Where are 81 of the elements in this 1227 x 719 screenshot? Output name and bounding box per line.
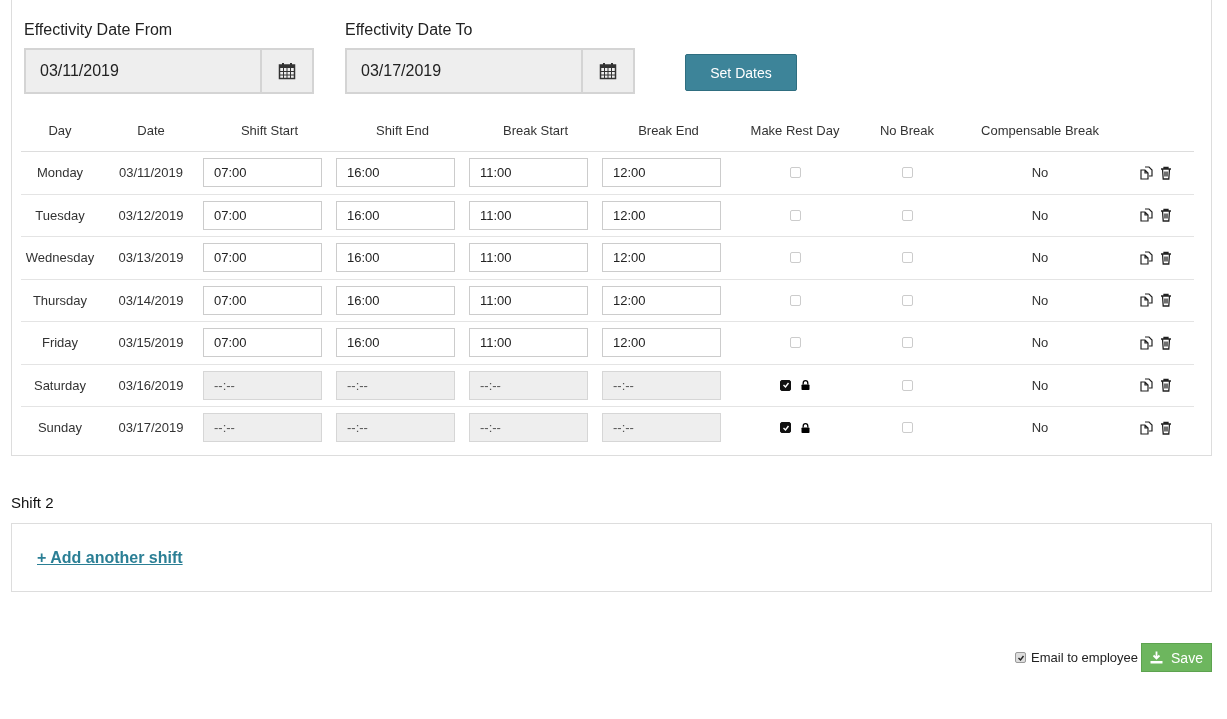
email-label: Email to employee <box>1031 650 1138 665</box>
trash-icon[interactable] <box>1160 293 1172 308</box>
table-cell-text: Sunday <box>36 420 84 436</box>
table-cell-text: Wednesday <box>24 250 96 266</box>
table-cell-text: Monday <box>35 165 85 181</box>
table-cell-text: Thursday <box>31 292 89 308</box>
time-input[interactable]: 16:00 <box>336 200 455 230</box>
copy-icon[interactable] <box>1140 250 1154 265</box>
column-header: Date <box>136 123 166 138</box>
time-input[interactable]: 07:00 <box>203 243 322 273</box>
column-header: Day <box>47 123 73 138</box>
table-cell-text: No <box>1030 420 1050 436</box>
time-input[interactable]: 16:00 <box>336 158 455 188</box>
table-cell-text: 03/14/2019 <box>117 292 185 308</box>
column-header: Make Rest Day <box>749 123 841 138</box>
table-cell-text: 03/16/2019 <box>117 377 185 393</box>
time-input[interactable]: 16:00 <box>336 328 455 358</box>
table-cell-text: 03/17/2019 <box>117 420 185 436</box>
column-header: Shift Start <box>239 123 300 138</box>
no-break-checkbox[interactable] <box>901 422 913 434</box>
copy-icon[interactable] <box>1140 378 1154 393</box>
add-shift-link[interactable]: + Add another shift <box>37 548 183 567</box>
section-title: Shift 2 <box>11 494 55 511</box>
rest-day-checkbox[interactable] <box>780 422 791 434</box>
table-cell-text: 03/12/2019 <box>117 207 185 223</box>
no-break-checkbox[interactable] <box>901 167 913 179</box>
time-input[interactable]: 11:00 <box>469 243 588 273</box>
date-label: Effectivity Date From <box>24 21 174 39</box>
table-cell-text: Friday <box>40 335 80 351</box>
time-input[interactable]: 07:00 <box>203 200 322 230</box>
table-cell-text: Tuesday <box>34 207 86 223</box>
time-input[interactable]: 16:00 <box>336 243 455 273</box>
no-break-checkbox[interactable] <box>901 337 913 349</box>
download-icon <box>1150 651 1164 664</box>
table-cell-text: No <box>1030 335 1050 351</box>
table-cell-text: No <box>1030 165 1050 181</box>
column-header: Compensable Break <box>980 123 1100 138</box>
time-input[interactable]: 12:00 <box>602 285 721 315</box>
time-input[interactable]: 11:00 <box>469 158 588 188</box>
column-header: Break Start <box>502 123 569 138</box>
table-cell-text: Saturday <box>32 377 87 393</box>
time-input[interactable]: 07:00 <box>203 328 322 358</box>
time-input[interactable]: 16:00 <box>336 285 455 315</box>
time-input[interactable]: 12:00 <box>602 328 721 358</box>
no-break-checkbox[interactable] <box>901 294 913 306</box>
table-cell-text: No <box>1030 250 1050 266</box>
trash-icon[interactable] <box>1160 250 1172 265</box>
no-break-checkbox[interactable] <box>901 209 913 221</box>
trash-icon[interactable] <box>1160 378 1172 393</box>
time-input[interactable]: 07:00 <box>203 285 322 315</box>
trash-icon[interactable] <box>1160 165 1172 180</box>
time-input[interactable]: 12:00 <box>602 243 721 273</box>
time-input[interactable]: 12:00 <box>602 200 721 230</box>
copy-icon[interactable] <box>1140 335 1154 350</box>
no-break-checkbox[interactable] <box>901 252 913 264</box>
column-header: No Break <box>878 123 936 138</box>
table-cell-text: No <box>1030 207 1050 223</box>
rest-day-checkbox[interactable] <box>780 379 791 391</box>
time-input[interactable]: 07:00 <box>203 158 322 188</box>
copy-icon[interactable] <box>1140 420 1154 435</box>
time-input[interactable]: 11:00 <box>469 200 588 230</box>
table-cell-text: 03/13/2019 <box>117 250 185 266</box>
time-input[interactable]: 11:00 <box>469 285 588 315</box>
no-break-checkbox[interactable] <box>901 379 913 391</box>
time-input[interactable]: 11:00 <box>469 328 588 358</box>
copy-icon[interactable] <box>1140 165 1154 180</box>
trash-icon[interactable] <box>1160 335 1172 350</box>
column-header: Shift End <box>375 123 430 138</box>
table-cell-text: No <box>1030 377 1050 393</box>
email-checkbox[interactable] <box>1015 652 1027 663</box>
table-cell-text: No <box>1030 292 1050 308</box>
table-cell-text: 03/15/2019 <box>117 335 185 351</box>
date-label: Effectivity Date To <box>345 21 474 39</box>
trash-icon[interactable] <box>1160 420 1172 435</box>
set-dates-button[interactable]: Set Dates <box>685 54 797 91</box>
column-header: Break End <box>637 123 700 138</box>
copy-icon[interactable] <box>1140 208 1154 223</box>
copy-icon[interactable] <box>1140 293 1154 308</box>
time-input[interactable]: 12:00 <box>602 158 721 188</box>
trash-icon[interactable] <box>1160 208 1172 223</box>
table-cell-text: 03/11/2019 <box>117 165 185 181</box>
